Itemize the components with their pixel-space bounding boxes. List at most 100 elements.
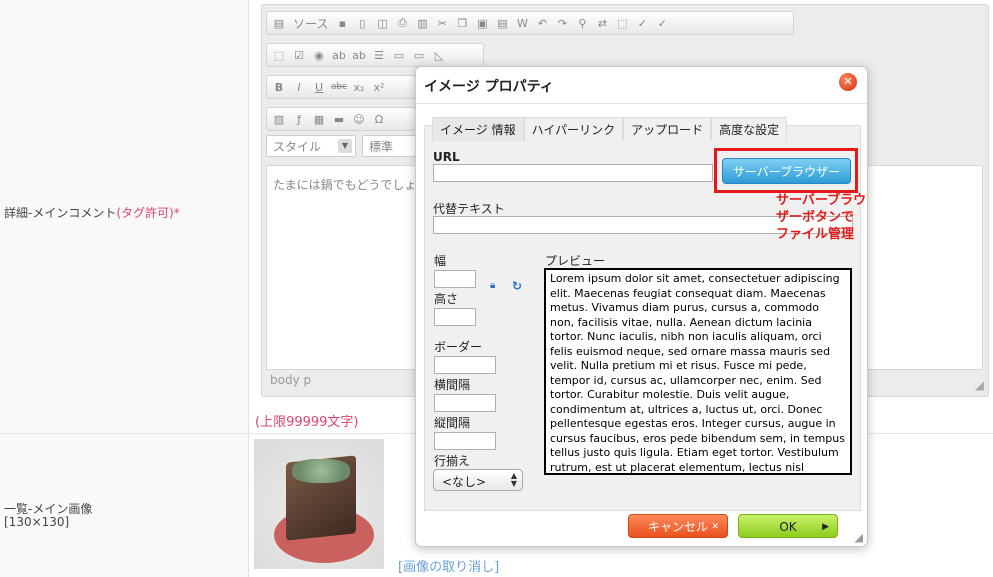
source-icon[interactable]: ▤ [271,15,287,31]
smiley-icon[interactable]: ☺ [351,111,367,127]
cut-icon[interactable]: ✂ [434,15,450,31]
border-input[interactable] [434,356,496,374]
tab-advanced[interactable]: 高度な設定 [711,117,788,141]
checkbox-icon[interactable]: ☑ [291,47,307,63]
chevron-down-icon: ▼ [338,139,352,153]
radio-icon[interactable]: ◉ [311,47,327,63]
vspace-input[interactable] [434,432,496,450]
replace-icon[interactable]: ⇄ [594,15,610,31]
source-button[interactable]: ソース [291,15,330,32]
url-input[interactable] [433,164,713,182]
hspace-input[interactable] [434,394,496,412]
vspace-label: 縦間隔 [434,416,471,430]
list-image-size: [130×130] [4,515,70,529]
textarea-icon[interactable]: ab [351,47,367,63]
detail-comment-label: 詳細-メインコメント(タグ許可)* [4,204,180,221]
button-icon[interactable]: ▭ [391,47,407,63]
tab-image-info[interactable]: イメージ 情報 [432,117,524,141]
image-properties-dialog: イメージ プロパティ ✕ URL 代替テキスト 幅 高さ ボーダー 横間隔 縦間… [415,66,868,547]
special-char-icon[interactable]: Ω [371,111,387,127]
lock-ratio-icon[interactable]: 🔒︎ [490,281,499,291]
dialog-tabs: イメージ 情報 ハイパーリンク アップロード 高度な設定 [432,117,788,141]
select-all-icon[interactable]: ⬚ [614,15,630,31]
format-combo[interactable]: 標準 [362,135,422,157]
annotation-line-1: サーバーブラウザーボタンで [776,193,867,225]
form-icon[interactable]: ⬚ [271,47,287,63]
annotation-line-2: ファイル管理 [776,227,855,242]
tab-upload[interactable]: アップロード [623,117,712,141]
server-browser-annotation: サーバーブラウザーボタンで ファイル管理 [776,192,867,243]
toolbar-row-2: ⬚ ☑ ◉ ab ab ☰ ▭ ▭ ◺ [266,43,484,67]
print-icon[interactable]: ⎙ [394,15,410,31]
templates-icon[interactable]: ▥ [414,15,430,31]
height-input[interactable] [434,308,476,326]
align-select-value: <なし> [442,475,487,489]
preview-box: Lorem ipsum dolor sit amet, consectetuer… [544,268,852,475]
style-combo-label: スタイル [273,140,322,154]
close-icon[interactable]: ✕ [839,73,857,91]
hspace-label: 横間隔 [434,378,471,392]
width-label: 幅 [434,254,447,268]
resize-grip-icon[interactable]: ◢ [975,378,984,392]
image-button-icon[interactable]: ▭ [411,47,427,63]
subscript-icon[interactable]: x₂ [351,79,367,95]
underline-icon[interactable]: U [311,79,327,95]
main-image-thumbnail [254,439,384,569]
italic-icon[interactable]: I [291,79,307,95]
paste-icon[interactable]: ▣ [474,15,490,31]
tab-hyperlink[interactable]: ハイパーリンク [523,117,624,141]
url-label: URL [433,150,460,164]
dialog-divider [416,103,867,104]
find-icon[interactable]: ⚲ [574,15,590,31]
scayt-icon[interactable]: ✓ [654,15,670,31]
redo-icon[interactable]: ↷ [554,15,570,31]
strike-icon[interactable]: abc [331,79,347,95]
reset-size-icon[interactable]: ↻ [512,279,522,293]
ok-button[interactable]: OK ▶ [738,514,838,538]
save-icon[interactable]: ▪ [334,15,350,31]
toolbar-row-3: B I U abc x₂ x² [266,75,416,99]
preview-label: プレビュー [545,254,606,268]
dialog-resize-icon[interactable]: ◢ [855,531,863,544]
server-browser-button[interactable]: サーバーブラウザー [722,158,851,184]
align-label: 行揃え [434,454,471,468]
paste-text-icon[interactable]: ▤ [494,15,510,31]
paste-word-icon[interactable]: W [514,15,530,31]
height-label: 高さ [434,292,459,306]
superscript-icon[interactable]: x² [371,79,387,95]
flash-icon[interactable]: ƒ [291,111,307,127]
border-label: ボーダー [434,340,483,354]
align-select[interactable]: <なし> ▲ ▼ [433,469,523,491]
format-combo-label: 標準 [369,140,394,154]
ok-button-label: OK [779,520,797,534]
select-field-icon[interactable]: ☰ [371,47,387,63]
toolbar-row-1: ▤ ソース ▪ ▯ ◫ ⎙ ▥ ✂ ❐ ▣ ▤ W ↶ ↷ ⚲ ⇄ ⬚ ✓ ✓ [266,11,794,35]
style-combo[interactable]: スタイル ▼ [266,135,356,157]
char-limit-note: (上限99999文字) [255,415,359,430]
hidden-field-icon[interactable]: ◺ [431,47,447,63]
bold-icon[interactable]: B [271,79,287,95]
label-column [0,0,249,577]
preview-icon[interactable]: ◫ [374,15,390,31]
detail-comment-label-text: 詳細-メインコメント [4,206,117,220]
spellcheck-icon[interactable]: ✓ [634,15,650,31]
preview-text: Lorem ipsum dolor sit amet, consectetuer… [550,272,845,474]
close-small-icon: ✕ [711,522,719,532]
copy-icon[interactable]: ❐ [454,15,470,31]
table-icon[interactable]: ▦ [311,111,327,127]
element-path: body p [270,373,312,387]
alt-text-label: 代替テキスト [433,202,505,216]
tag-allowed-note: (タグ許可)* [116,206,180,220]
thumbnail-plant [292,459,350,483]
toolbar-row-4: ▨ ƒ ▦ ▬ ☺ Ω [266,107,416,131]
hr-icon[interactable]: ▬ [331,111,347,127]
editor-content-text: たまには鍋でもどうでしょ [273,178,417,192]
cancel-image-link[interactable]: [画像の取り消し] [398,556,499,575]
new-page-icon[interactable]: ▯ [354,15,370,31]
undo-icon[interactable]: ↶ [534,15,550,31]
image-icon[interactable]: ▨ [271,111,287,127]
cancel-button-label: キャンセル [647,520,708,534]
width-input[interactable] [434,270,476,288]
cancel-button[interactable]: キャンセル ✕ [628,514,728,538]
textfield-icon[interactable]: ab [331,47,347,63]
